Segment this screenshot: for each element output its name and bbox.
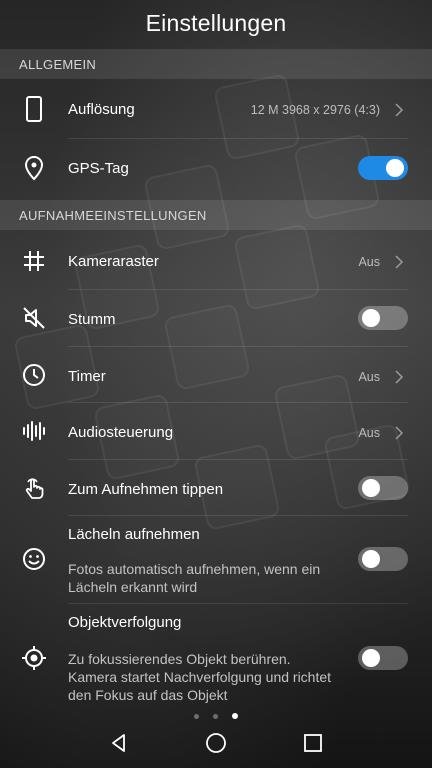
- smile-capture-toggle[interactable]: [358, 547, 408, 571]
- grid-hash-icon: [24, 251, 44, 271]
- toggle-knob: [386, 159, 404, 177]
- target-crosshair-icon: [22, 646, 46, 670]
- setting-mute[interactable]: Stumm: [0, 290, 432, 347]
- setting-audio-control[interactable]: Audiosteuerung Aus: [0, 403, 432, 459]
- chevron-right-icon: [395, 426, 404, 440]
- gps-tag-toggle[interactable]: [358, 156, 408, 180]
- back-triangle-icon: [111, 734, 125, 752]
- tap-to-capture-toggle[interactable]: [358, 476, 408, 500]
- location-pin-icon: [24, 155, 44, 181]
- phone-outline-icon: [26, 96, 42, 122]
- object-tracking-toggle[interactable]: [358, 646, 408, 670]
- section-header-capture: AUFNAHMEEINSTELLUNGEN: [0, 200, 432, 230]
- setting-label: GPS-Tag: [68, 160, 129, 177]
- sound-wave-icon: [23, 421, 45, 441]
- setting-label: Stumm: [68, 311, 116, 328]
- setting-smile-capture[interactable]: Lächeln aufnehmen Fotos automatisch aufn…: [0, 516, 432, 603]
- setting-value: Aus: [358, 426, 380, 440]
- toggle-knob: [362, 479, 380, 497]
- chevron-right-icon: [395, 370, 404, 384]
- system-navigation-bar: [0, 718, 432, 768]
- setting-gps-tag[interactable]: GPS-Tag: [0, 139, 432, 197]
- recents-button[interactable]: [299, 729, 327, 757]
- chevron-right-icon: [395, 103, 404, 117]
- page-title: Einstellungen: [145, 9, 287, 36]
- speaker-muted-icon: [23, 307, 45, 329]
- setting-label: Audiosteuerung: [68, 424, 174, 441]
- setting-value: Aus: [358, 370, 380, 384]
- setting-tap-to-capture[interactable]: Zum Aufnehmen tippen: [0, 460, 432, 516]
- setting-timer[interactable]: Timer Aus: [0, 347, 432, 403]
- setting-label: Zum Aufnehmen tippen: [68, 481, 224, 498]
- section-header-general: ALLGEMEIN: [0, 49, 432, 79]
- setting-description: Fotos automatisch aufnehmen, wenn ein Lä…: [68, 561, 321, 595]
- setting-label: Timer: [68, 368, 106, 385]
- tap-finger-icon: [25, 478, 44, 499]
- home-circle-icon: [206, 733, 226, 753]
- setting-label: Lächeln aufnehmen: [68, 526, 200, 543]
- mute-toggle[interactable]: [358, 306, 408, 330]
- setting-resolution[interactable]: Auflösung 12 M 3968 x 2976 (4:3): [0, 80, 432, 138]
- toggle-knob: [362, 550, 380, 568]
- setting-camera-grid[interactable]: Kameraraster Aus: [0, 232, 432, 289]
- home-button[interactable]: [202, 729, 230, 757]
- setting-object-tracking[interactable]: Objektverfolgung Zu fokussierendes Objek…: [0, 604, 432, 708]
- setting-description: Zu fokussierendes Objekt berühren. Kamer…: [68, 651, 332, 703]
- back-button[interactable]: [105, 729, 133, 757]
- smiley-icon: [23, 548, 45, 570]
- recents-square-icon: [304, 734, 323, 752]
- setting-value: 12 M 3968 x 2976 (4:3): [250, 103, 380, 117]
- toggle-knob: [362, 309, 380, 327]
- setting-label: Auflösung: [68, 101, 135, 118]
- clock-icon: [23, 364, 45, 386]
- toggle-knob: [362, 649, 380, 667]
- setting-value: Aus: [358, 255, 380, 269]
- setting-label: Objektverfolgung: [68, 614, 182, 631]
- setting-label: Kameraraster: [68, 253, 159, 270]
- chevron-right-icon: [395, 255, 404, 269]
